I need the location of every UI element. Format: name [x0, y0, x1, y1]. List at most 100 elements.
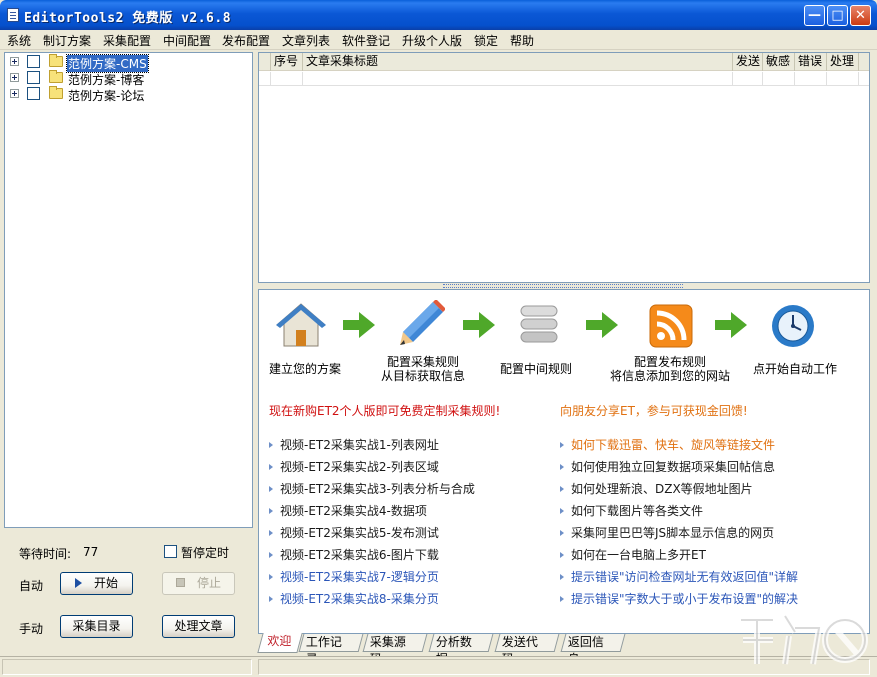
manual-label: 手动 [19, 622, 44, 636]
video-link-text: 视频-ET2采集实战2-列表区域 [280, 460, 439, 474]
menu-system[interactable]: 系统 [7, 32, 31, 49]
process-articles-button[interactable]: 处理文章 [162, 615, 235, 638]
bullet-icon [269, 463, 273, 470]
tab-return-info[interactable]: 返回信息 [560, 634, 626, 666]
clock-icon [772, 305, 814, 347]
video-link-text: 视频-ET2采集实战5-发布测试 [280, 526, 439, 540]
faq-link[interactable]: 如何使用独立回复数据项采集回帖信息 [560, 458, 775, 474]
header-spacer [259, 53, 271, 71]
video-link[interactable]: 视频-ET2采集实战3-列表分析与合成 [269, 480, 475, 496]
tree-item[interactable]: 范例方案-论坛 [5, 86, 252, 104]
faq-link[interactable]: 采集阿里巴巴等JS脚本显示信息的网页 [560, 524, 774, 540]
column-header-error[interactable]: 错误 [795, 53, 827, 71]
menu-lock[interactable]: 锁定 [474, 32, 498, 49]
promo-custom-rules[interactable]: 现在新购ET2个人版即可免费定制采集规则! [269, 402, 500, 419]
expand-icon[interactable] [10, 73, 19, 82]
menu-collect-config[interactable]: 采集配置 [103, 32, 151, 49]
arrow-right-icon [463, 312, 495, 338]
faq-link[interactable]: 如何处理新浪、DZX等假地址图片 [560, 480, 753, 496]
tree-checkbox[interactable] [27, 87, 40, 100]
column-header-sent[interactable]: 发送 [733, 53, 763, 71]
maximize-button[interactable]: □ [827, 5, 848, 26]
close-icon: ✕ [855, 8, 866, 23]
bullet-icon [560, 551, 564, 558]
title-bar[interactable]: EditorTools2 免费版 v2.6.8 — □ ✕ [0, 0, 877, 30]
step-auto-work-label: 点开始自动工作 [753, 362, 838, 376]
menu-article-list[interactable]: 文章列表 [282, 32, 330, 49]
bullet-icon [560, 507, 564, 514]
table-header: 序号 文章采集标题 发送 敏感 错误 处理 [259, 53, 869, 71]
menu-help[interactable]: 帮助 [510, 32, 534, 49]
video-link[interactable]: 视频-ET2采集实战6-图片下载 [269, 546, 439, 562]
close-button[interactable]: ✕ [850, 5, 871, 26]
collect-directory-button[interactable]: 采集目录 [60, 615, 133, 638]
tab-analysis-data[interactable]: 分析数据 [428, 634, 494, 666]
tab-welcome[interactable]: 欢迎 [257, 633, 303, 653]
database-icon [520, 305, 558, 343]
bullet-icon [269, 573, 273, 580]
stop-button[interactable]: 停止 [162, 572, 235, 595]
video-link[interactable]: 视频-ET2采集实战5-发布测试 [269, 524, 439, 540]
window-title: EditorTools2 免费版 v2.6.8 [24, 11, 232, 26]
tree-item[interactable]: 范例方案-CMS [5, 54, 252, 73]
video-link[interactable]: 视频-ET2采集实战4-数据项 [269, 502, 427, 518]
menu-plan[interactable]: 制订方案 [43, 32, 91, 49]
column-header-title[interactable]: 文章采集标题 [303, 53, 733, 71]
stop-button-label: 停止 [196, 576, 221, 590]
faq-link[interactable]: 如何在一台电脑上多开ET [560, 546, 706, 562]
faq-link[interactable]: 如何下载迅雷、快车、旋风等链接文件 [560, 436, 775, 452]
faq-link-text: 如何处理新浪、DZX等假地址图片 [571, 482, 753, 496]
row-cell [795, 72, 827, 86]
plan-tree[interactable]: 范例方案-CMS 范例方案-博客 范例方案-论坛 [4, 52, 253, 528]
faq-link[interactable]: 提示错误"字数大于或小于发布设置"的解决 [560, 590, 798, 606]
welcome-panel: 建立您的方案 配置采集规则 从目标获取信息 配置中间规则 配置发布规则 将信息添… [258, 289, 870, 634]
bullet-icon [269, 551, 273, 558]
faq-link-text: 提示错误"字数大于或小于发布设置"的解决 [571, 592, 799, 606]
menu-publish-config[interactable]: 发布配置 [222, 32, 270, 49]
column-header-index[interactable]: 序号 [271, 53, 303, 71]
video-link-text: 视频-ET2采集实战1-列表网址 [280, 438, 439, 452]
tree-item-label[interactable]: 范例方案-论坛 [67, 87, 145, 104]
table-row[interactable] [259, 72, 869, 86]
video-link[interactable]: 视频-ET2采集实战8-采集分页 [269, 590, 439, 606]
status-pane [2, 659, 252, 675]
video-link[interactable]: 视频-ET2采集实战1-列表网址 [269, 436, 439, 452]
video-link[interactable]: 视频-ET2采集实战2-列表区域 [269, 458, 439, 474]
menu-upgrade[interactable]: 升级个人版 [402, 32, 462, 49]
control-panel: 等待时间: 77 暂停定时 自动 开始 停止 手动 采集目录 处理文章 [4, 531, 253, 654]
tab-send-code[interactable]: 发送代码 [494, 634, 560, 666]
menu-middle-config[interactable]: 中间配置 [163, 32, 211, 49]
maximize-icon: □ [831, 8, 844, 23]
pause-timer-label[interactable]: 暂停定时 [181, 544, 229, 561]
faq-link-text: 采集阿里巴巴等JS脚本显示信息的网页 [571, 526, 775, 540]
faq-link[interactable]: 如何下载图片等各类文件 [560, 502, 703, 518]
row-cell [733, 72, 763, 86]
column-header-sensitive[interactable]: 敏感 [763, 53, 795, 71]
start-button[interactable]: 开始 [60, 572, 133, 595]
tree-checkbox[interactable] [27, 71, 40, 84]
faq-link-text: 如何在一台电脑上多开ET [571, 548, 706, 562]
splitter-grip[interactable] [443, 284, 683, 288]
pause-timer-checkbox[interactable] [164, 545, 177, 558]
minimize-icon: — [808, 8, 821, 23]
stop-icon [175, 578, 185, 587]
expand-icon[interactable] [10, 89, 19, 98]
step-create-plan-label: 建立您的方案 [269, 362, 342, 376]
step-collect-rule-label: 配置采集规则 从目标获取信息 [380, 355, 465, 383]
bullet-icon [560, 441, 564, 448]
tree-checkbox[interactable] [27, 55, 40, 68]
watermark-logo [741, 614, 868, 665]
faq-link[interactable]: 提示错误"访问检查网址无有效返回值"详解 [560, 568, 798, 584]
minimize-button[interactable]: — [804, 5, 825, 26]
faq-link-text: 如何使用独立回复数据项采集回帖信息 [571, 460, 776, 474]
video-link[interactable]: 视频-ET2采集实战7-逻辑分页 [269, 568, 439, 584]
bullet-icon [269, 441, 273, 448]
column-header-process[interactable]: 处理 [827, 53, 859, 71]
tab-source-code[interactable]: 采集源码 [362, 634, 428, 666]
tab-work-log[interactable]: 工作记录 [298, 634, 364, 666]
expand-icon[interactable] [10, 57, 19, 66]
promo-share[interactable]: 向朋友分享ET，参与可获现金回馈! [560, 402, 748, 419]
menu-register[interactable]: 软件登记 [342, 32, 390, 49]
article-table[interactable]: 序号 文章采集标题 发送 敏感 错误 处理 [258, 52, 870, 283]
tree-item[interactable]: 范例方案-博客 [5, 70, 252, 87]
